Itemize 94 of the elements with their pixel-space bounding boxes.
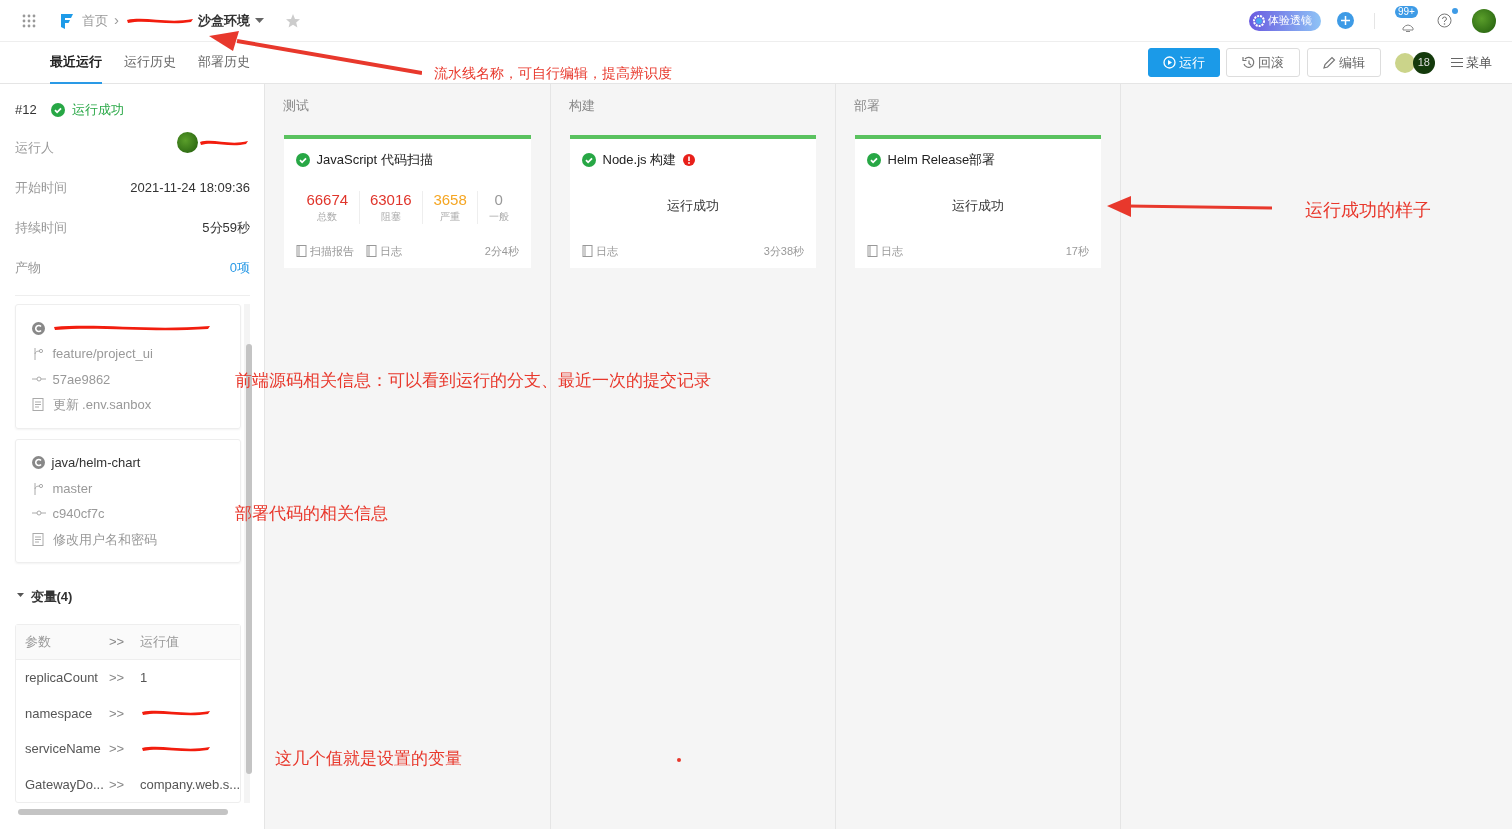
job-card[interactable]: Helm Release部署 运行成功 日志 17秒 [855,134,1101,268]
job-summary: 运行成功 [667,197,719,215]
stat-label: 阻塞 [380,210,401,225]
annotation-text: 运行成功的样子 [1305,199,1431,222]
log-icon [867,245,878,258]
plus-icon [1341,16,1350,25]
table-cell-text: >> [109,669,126,687]
document-icon [32,398,46,412]
pipeline-name[interactable]: 沙盒环境 [198,10,251,31]
stat-label: 总数 [317,210,338,225]
help-button[interactable] [1437,13,1452,28]
breadcrumb-separator: › [114,10,119,31]
stat-value: 66674 [306,191,349,210]
table-cell-text: >> [109,775,126,794]
table-cell-text: serviceName [25,740,102,758]
field-value: 2021-11-24 18:09:36 [130,179,250,197]
repo-icon [32,456,45,469]
avatar[interactable] [1472,8,1496,33]
annotation-dot [677,758,681,762]
branch-icon [32,481,46,495]
menu-icon [1450,57,1463,68]
log-icon [365,245,377,258]
job-duration: 17秒 [1065,244,1089,259]
play-icon [1162,56,1176,69]
document-icon [32,532,46,546]
help-icon [1437,13,1452,28]
logo-icon [58,11,74,30]
stat-label: 严重 [440,210,461,225]
bell-icon [1402,21,1414,32]
pencil-icon [1322,55,1337,70]
job-name: Helm Release部署 [887,150,996,169]
menu-button[interactable]: 菜单 [1444,51,1498,74]
table-cell-text: GatewayDo... [25,775,105,794]
table-cell-text: replicaCount [25,669,99,687]
annotation-text: 前端源码相关信息：可以看到运行的分支、最近一次的提交记录 [235,370,711,392]
job-duration: 2分4秒 [484,244,519,259]
apps-icon [22,13,36,28]
edit-button[interactable]: 编辑 [1306,48,1381,77]
variables-toggle[interactable]: 变量(4) [17,587,73,607]
stat-value: 63016 [369,191,412,210]
branch-icon [32,347,46,361]
annotation-text: 流水线名称，可自行编辑，提高辨识度 [434,64,672,83]
rollback-button[interactable]: 回滚 [1226,48,1301,77]
field-label: 产物 [15,259,41,277]
artifact-link[interactable]: 0项 [229,258,250,278]
repo-name: java/helm-chart [51,453,141,472]
column-header: 参数 [25,633,52,651]
repo-icon [32,321,45,335]
log-icon [582,245,593,258]
table-cell-text: >> [109,704,126,723]
stage-title: 部署 [854,97,881,115]
scrollbar-thumb[interactable] [18,809,228,815]
job-name: Node.js 构建 [602,150,677,169]
history-icon [1242,56,1256,69]
stat-value: 0 [494,191,503,210]
commit-hash: c940cf7c [52,505,105,523]
commit-hash: 57ae9862 [52,370,111,389]
branch-name: master [52,479,93,498]
add-button[interactable] [1337,12,1354,29]
field-label: 开始时间 [15,179,67,197]
job-card[interactable]: Node.js 构建 运行成功 日志 3分38秒 [570,134,816,268]
commit-message: 更新 .env.sanbox [52,396,152,414]
branch-name: feature/project_ui [52,345,153,363]
job-name: JavaScript 代码扫描 [316,150,433,169]
job-duration: 3分38秒 [763,244,804,259]
report-icon [296,245,307,258]
caret-icon [255,18,265,23]
run-status: 运行成功 [71,101,124,120]
avatar [177,132,198,153]
field-label: 运行人 [15,139,54,157]
stage-title: 构建 [569,97,596,115]
run-number: #12 [15,101,37,120]
tab[interactable]: 运行历史 [124,41,176,84]
annotation-text: 部署代码的相关信息 [235,503,388,525]
notification-count: 99+ [1395,5,1418,18]
job-summary: 运行成功 [952,197,1004,215]
commit-message: 修改用户名和密码 [52,530,157,549]
field-value: 5分59秒 [202,219,250,237]
member-count[interactable]: 18 [1412,51,1435,74]
tab[interactable]: 部署历史 [198,41,250,84]
stat-value: 3658 [433,191,467,210]
table-cell-text: namespace [25,704,94,723]
tab[interactable]: 最近运行 [50,41,102,84]
stage-title: 测试 [283,97,310,115]
table-cell-text: company.web.s... [140,775,241,794]
member-avatar[interactable] [1394,52,1415,73]
column-header: 运行值 [140,633,179,651]
table-cell-text: 1 [140,669,148,687]
field-label: 持续时间 [15,219,67,237]
annotation-text: 这几个值就是设置的变量 [275,748,462,770]
table-cell-text: >> [109,740,126,758]
column-header: >> [109,633,126,651]
lens-icon [1252,14,1265,27]
star-icon [286,13,301,28]
